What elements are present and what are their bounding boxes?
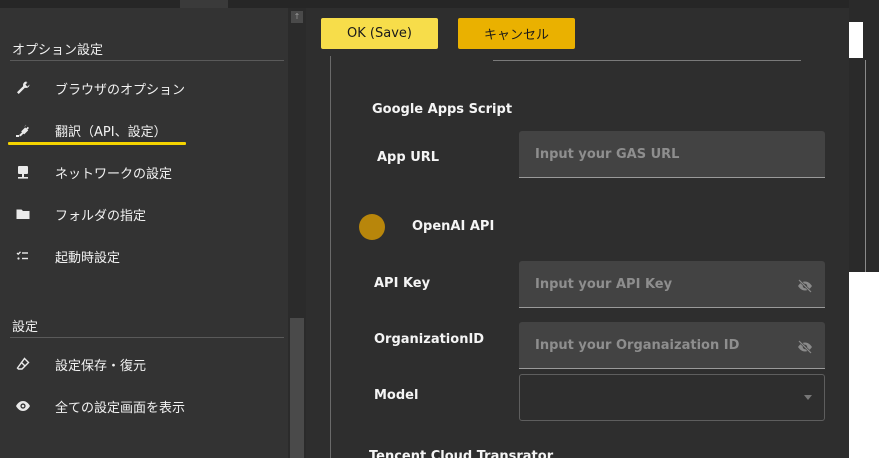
wrench-icon <box>14 79 32 97</box>
edge-panel <box>849 272 879 458</box>
sidebar-item-folder[interactable]: フォルダの指定 <box>0 197 284 231</box>
sidebar-item-backup-restore[interactable]: 設定保存・復元 <box>0 347 284 381</box>
app-url-input[interactable]: Input your GAS URL <box>519 131 825 178</box>
api-key-label: API Key <box>374 276 431 291</box>
scroll-up-icon[interactable]: ↑ <box>291 11 303 23</box>
section-divider <box>10 60 284 61</box>
sidebar-item-label: ブラウザのオプション <box>55 83 186 98</box>
sidebar-item-network[interactable]: ネットワークの設定 <box>0 155 284 189</box>
settings-panel: Google Apps Script App URL Input your GA… <box>330 56 849 458</box>
edge-divider <box>865 60 866 272</box>
main-content: OK (Save) キャンセル Google Apps Script App U… <box>306 8 849 458</box>
section-title-options: オプション設定 <box>12 43 104 58</box>
tencent-section-title: Tencent Cloud Transrator <box>369 449 554 458</box>
cancel-button[interactable]: キャンセル <box>458 18 575 49</box>
eye-off-icon[interactable] <box>797 278 813 293</box>
sidebar-item-label: 翻訳（API、設定） <box>55 125 167 140</box>
checklist-icon <box>14 247 32 265</box>
openai-section-title: OpenAI API <box>412 219 495 234</box>
sidebar-item-label: ネットワークの設定 <box>55 167 173 182</box>
sidebar-item-startup[interactable]: 起動時設定 <box>0 239 284 273</box>
model-select[interactable] <box>519 374 825 421</box>
api-key-placeholder: Input your API Key <box>535 277 673 292</box>
monitor-icon <box>14 163 32 181</box>
title-strip-segment <box>180 0 228 8</box>
openai-toggle[interactable] <box>359 214 385 240</box>
active-item-indicator <box>8 142 186 145</box>
sidebar-item-label: 設定保存・復元 <box>55 359 147 374</box>
organization-id-label: OrganizationID <box>374 332 485 347</box>
folder-icon <box>14 205 32 223</box>
sidebar: オプション設定 ブラウザのオプション 翻訳（API、設定） ネットワークの設定 … <box>0 8 306 458</box>
sidebar-item-label: フォルダの指定 <box>55 209 147 224</box>
field-underline <box>493 60 801 61</box>
section-title-settings: 設定 <box>12 320 39 335</box>
section-divider <box>10 337 284 338</box>
sidebar-item-label: 起動時設定 <box>55 251 121 266</box>
plug-icon <box>14 121 32 139</box>
sidebar-item-show-all-settings[interactable]: 全ての設定画面を表示 <box>0 389 284 423</box>
edge-panel <box>849 22 863 58</box>
eraser-icon <box>14 355 32 373</box>
organization-id-input[interactable]: Input your Organaization ID <box>519 322 825 369</box>
app-url-placeholder: Input your GAS URL <box>535 147 680 162</box>
ok-save-button[interactable]: OK (Save) <box>321 18 438 49</box>
title-strip <box>0 0 849 8</box>
eye-icon <box>14 397 32 415</box>
eye-off-icon[interactable] <box>797 339 813 354</box>
adjacent-window-edge <box>849 0 879 458</box>
gas-section-title: Google Apps Script <box>372 102 513 117</box>
sidebar-item-browser-options[interactable]: ブラウザのオプション <box>0 71 284 105</box>
sidebar-scrollbar[interactable]: ↑ <box>288 8 306 458</box>
chevron-down-icon <box>804 395 812 400</box>
scrollbar-thumb[interactable] <box>290 318 304 458</box>
model-label: Model <box>374 388 419 403</box>
sidebar-item-label: 全ての設定画面を表示 <box>55 401 186 416</box>
app-url-label: App URL <box>377 150 440 165</box>
organization-id-placeholder: Input your Organaization ID <box>535 338 740 353</box>
api-key-input[interactable]: Input your API Key <box>519 261 825 308</box>
